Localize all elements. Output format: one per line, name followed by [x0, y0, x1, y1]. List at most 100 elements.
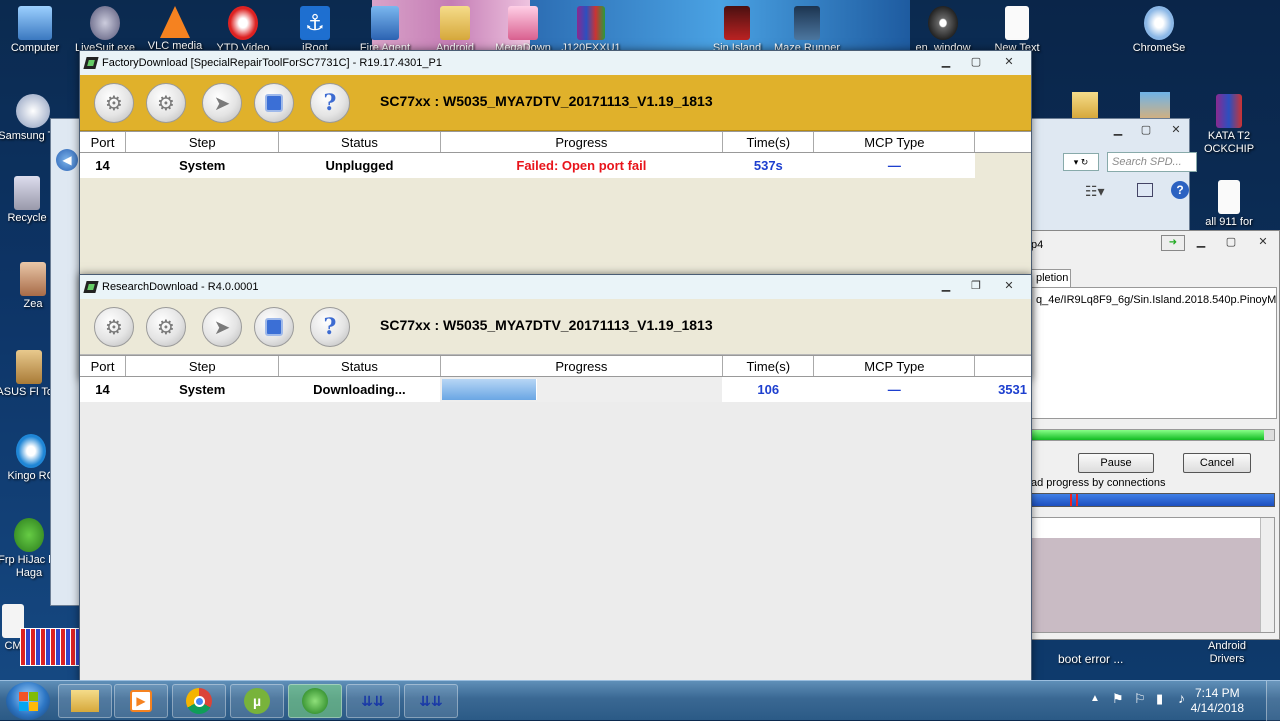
folder-icon	[1072, 92, 1098, 118]
desktop-icon-vlc[interactable]: VLC media	[138, 6, 212, 53]
table-row[interactable]: 14 System Unplugged Failed: Open port fa…	[80, 153, 1032, 178]
pause-button[interactable]: Pause	[1078, 453, 1154, 473]
desktop-icon-computer[interactable]: Computer	[0, 6, 72, 55]
research-download-window[interactable]: ResearchDownload - R4.0.0001 ▁ ❐ ✕ ⚙ ⚙ ➤…	[79, 274, 1032, 685]
mosaic-image-icon	[20, 628, 88, 666]
column-progress[interactable]: Progress	[441, 132, 724, 152]
help-button[interactable]: ?	[310, 83, 350, 123]
settings-button[interactable]: ⚙	[94, 83, 134, 123]
taskbar-factory-download[interactable]: ⇊⇊	[346, 684, 400, 718]
gear-icon: ⚙	[105, 92, 123, 115]
close-button[interactable]: ✕	[992, 277, 1026, 295]
column-port[interactable]: Port	[80, 132, 127, 152]
research-titlebar[interactable]: ResearchDownload - R4.0.0001 ▁ ❐ ✕	[80, 275, 1031, 299]
taskbar-utorrent[interactable]: µ	[230, 684, 284, 718]
explorer-close-button[interactable]: ✕	[1163, 121, 1189, 139]
desktop-icon-iroot[interactable]: ⚓ iRoot	[278, 6, 352, 55]
desktop-icon-en-window[interactable]: en_window	[906, 6, 980, 55]
signal-icon[interactable]: ▮	[1156, 691, 1163, 707]
livesuit-icon	[90, 6, 120, 40]
desktop-icon-label: all 911 for	[1205, 216, 1253, 228]
text-file-icon	[1218, 180, 1240, 214]
column-status[interactable]: Status	[279, 356, 441, 376]
cell-time: 106	[723, 377, 815, 402]
close-button[interactable]: ✕	[992, 53, 1026, 71]
explorer-maximize-button[interactable]: ▢	[1133, 121, 1159, 139]
background-download-window[interactable]: p4 ➜ ▁ ▢ ✕ pletion q_4e/IR9Lq8F9_6g/Sin.…	[1000, 230, 1280, 640]
show-hidden-icons[interactable]: ▲	[1090, 693, 1100, 704]
help-icon[interactable]: ?	[1171, 181, 1189, 199]
stop-icon	[265, 94, 283, 112]
column-step[interactable]: Step	[126, 132, 280, 152]
arrow-button[interactable]: ➜	[1161, 235, 1185, 251]
desktop-icon-ytd[interactable]: YTD Video	[206, 6, 280, 55]
minimize-button[interactable]: ▁	[932, 277, 960, 295]
download-url-field: q_4e/IR9Lq8F9_6g/Sin.Island.2018.540p.Pi…	[1031, 287, 1277, 419]
desktop-icon-sin-island[interactable]: Sin Island	[700, 6, 774, 55]
volume-icon[interactable]: ♪	[1178, 690, 1185, 706]
tab-completion[interactable]: pletion	[1031, 269, 1071, 287]
taskbar-research-download[interactable]: ⇊⇊	[404, 684, 458, 718]
desktop-icon-j120fxxu1[interactable]: J120FXXU1	[554, 6, 628, 55]
action-center-icon[interactable]: ⚐	[1134, 691, 1146, 707]
explorer-minimize-button[interactable]: ▁	[1105, 121, 1131, 139]
desktop-icon-maze-runner[interactable]: Maze Runner	[770, 6, 844, 55]
start-button[interactable]: ➤	[202, 83, 242, 123]
taskbar-chrome[interactable]	[172, 684, 226, 718]
column-mcp-type[interactable]: MCP Type	[814, 132, 976, 152]
download-close-button[interactable]: ✕	[1249, 233, 1277, 251]
cell-time: 537s	[723, 153, 815, 178]
settings-button[interactable]: ⚙	[94, 307, 134, 347]
desktop-icon-chromesetup[interactable]: ChromeSe	[1122, 6, 1196, 55]
desktop-icon-megadown[interactable]: MegaDown	[486, 6, 560, 55]
download-minimize-button[interactable]: ▁	[1187, 233, 1215, 251]
back-button[interactable]: ◀	[56, 149, 78, 171]
desktop-icon-label: Android Drivers	[1208, 640, 1246, 665]
download-maximize-button[interactable]: ▢	[1217, 233, 1245, 251]
desktop-icon-fire-agent[interactable]: Fire Agent	[348, 6, 422, 55]
stop-button[interactable]	[254, 83, 294, 123]
taskbar-idm[interactable]	[288, 684, 342, 718]
minimize-button[interactable]: ▁	[932, 53, 960, 71]
help-button[interactable]: ?	[310, 307, 350, 347]
scrollbar[interactable]	[1260, 518, 1274, 632]
maximize-button[interactable]: ▢	[962, 53, 990, 71]
taskbar-media-player[interactable]: ▶	[114, 684, 168, 718]
desktop-icon-android[interactable]: Android	[418, 6, 492, 55]
options-button[interactable]: ⚙	[146, 83, 186, 123]
show-desktop-button[interactable]	[1266, 681, 1280, 721]
cell-port: 14	[80, 377, 127, 402]
computer-icon	[18, 6, 52, 40]
connections-bar	[1031, 493, 1275, 507]
options-button[interactable]: ⚙	[146, 307, 186, 347]
column-port[interactable]: Port	[80, 356, 127, 376]
network-error-icon[interactable]: ⚑	[1112, 691, 1124, 707]
column-status[interactable]: Status	[279, 132, 441, 152]
path-dropdown-icon[interactable]: ▾ ↻	[1063, 153, 1099, 171]
column-step[interactable]: Step	[126, 356, 280, 376]
preview-pane-icon[interactable]	[1137, 183, 1153, 197]
table-row[interactable]: 14 System Downloading... 106 — 3531	[80, 377, 1031, 402]
column-progress[interactable]: Progress	[441, 356, 724, 376]
restore-button[interactable]: ❐	[962, 277, 990, 295]
desktop-icon-android-drivers[interactable]: Android Drivers	[1190, 640, 1264, 666]
desktop-icon-all-911[interactable]: all 911 for	[1192, 180, 1266, 229]
cancel-button[interactable]: Cancel	[1183, 453, 1251, 473]
start-button[interactable]	[6, 682, 50, 720]
column-time[interactable]: Time(s)	[723, 132, 815, 152]
search-input[interactable]: Search SPD...	[1107, 152, 1197, 172]
column-time[interactable]: Time(s)	[723, 356, 815, 376]
stop-button[interactable]	[254, 307, 294, 347]
desktop-icon-livesuit[interactable]: LiveSuit.exe	[68, 6, 142, 55]
desktop-icon-kata[interactable]: KATA T2 OCKCHIP	[1192, 94, 1266, 156]
cell-step: System	[126, 377, 280, 402]
vlc-cone-icon	[160, 6, 190, 38]
taskbar-explorer[interactable]	[58, 684, 112, 718]
start-button[interactable]: ➤	[202, 307, 242, 347]
column-mcp-type[interactable]: MCP Type	[814, 356, 976, 376]
clock[interactable]: 7:14 PM 4/14/2018	[1191, 686, 1244, 716]
factory-titlebar[interactable]: FactoryDownload [SpecialRepairToolForSC7…	[80, 51, 1031, 75]
desktop-icon-new-text[interactable]: New Text	[980, 6, 1054, 55]
download-progress-bar	[1031, 429, 1275, 441]
view-options-icon[interactable]: ☷▾	[1085, 183, 1105, 200]
